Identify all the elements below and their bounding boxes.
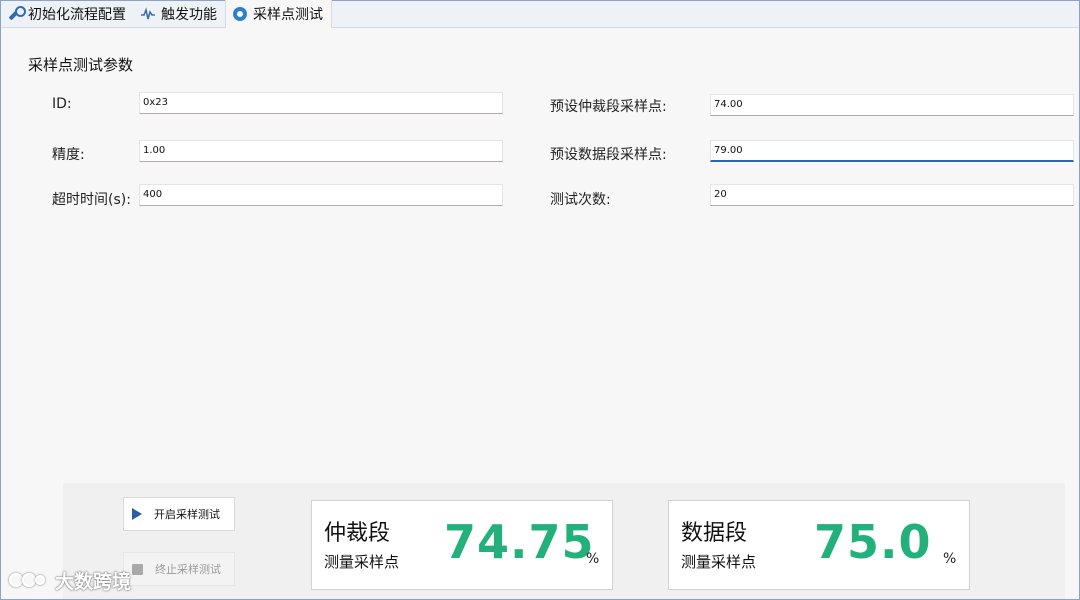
- waveform-icon: [140, 6, 156, 22]
- start-test-label: 开启采样测试: [154, 508, 220, 521]
- section-title: 采样点测试参数: [28, 56, 134, 74]
- precision-label: 精度:: [52, 147, 85, 163]
- data-sample-label: 预设数据段采样点:: [550, 147, 667, 163]
- wrench-icon: [7, 5, 26, 22]
- data-result-card: 数据段 测量采样点 75.0 %: [668, 500, 970, 590]
- id-label: ID:: [52, 96, 72, 112]
- id-input[interactable]: 0x23: [139, 92, 503, 114]
- arbitration-sample-value: 74.75: [444, 515, 595, 569]
- watermark-logo-icon: [9, 570, 49, 592]
- watermark: 大数跨境: [9, 567, 131, 594]
- data-sample-value: 75.0: [814, 515, 932, 569]
- stop-test-button[interactable]: 终止采样测试: [123, 552, 235, 586]
- arbitration-sample-label: 预设仲裁段采样点:: [550, 99, 667, 115]
- stop-test-label: 终止采样测试: [155, 563, 221, 576]
- data-sample-input[interactable]: 79.00: [710, 140, 1074, 162]
- start-test-button[interactable]: 开启采样测试: [123, 497, 235, 531]
- stop-icon: [132, 563, 143, 575]
- test-count-label: 测试次数:: [550, 192, 611, 208]
- percent-unit: %: [943, 551, 957, 567]
- tab-label: 初始化流程配置: [28, 6, 126, 23]
- arbitration-sample-input[interactable]: 74.00: [710, 94, 1074, 116]
- card-title: 数据段: [681, 521, 748, 546]
- card-subtitle: 测量采样点: [681, 553, 757, 571]
- tab-init-config[interactable]: 初始化流程配置: [1, 0, 134, 27]
- test-count-input[interactable]: 20: [710, 184, 1074, 206]
- watermark-text: 大数跨境: [55, 571, 132, 593]
- card-subtitle: 测量采样点: [324, 553, 400, 571]
- tab-sample-test[interactable]: 采样点测试: [225, 0, 332, 28]
- tab-label: 触发功能: [161, 6, 217, 23]
- precision-input[interactable]: 1.00: [139, 140, 503, 162]
- tab-bar: 初始化流程配置 触发功能 采样点测试: [1, 0, 1079, 28]
- tab-trigger[interactable]: 触发功能: [134, 0, 225, 27]
- percent-unit: %: [586, 551, 600, 567]
- card-title: 仲裁段: [324, 521, 391, 546]
- tab-label: 采样点测试: [253, 7, 323, 23]
- target-icon: [232, 6, 248, 22]
- play-icon: [132, 508, 142, 520]
- timeout-input[interactable]: 400: [139, 184, 503, 206]
- arbitration-result-card: 仲裁段 测量采样点 74.75 %: [311, 500, 613, 590]
- app-window: 初始化流程配置 触发功能 采样点测试 采样点测试参数 ID: 0x23 精度: …: [0, 0, 1080, 600]
- timeout-label: 超时时间(s):: [52, 192, 131, 208]
